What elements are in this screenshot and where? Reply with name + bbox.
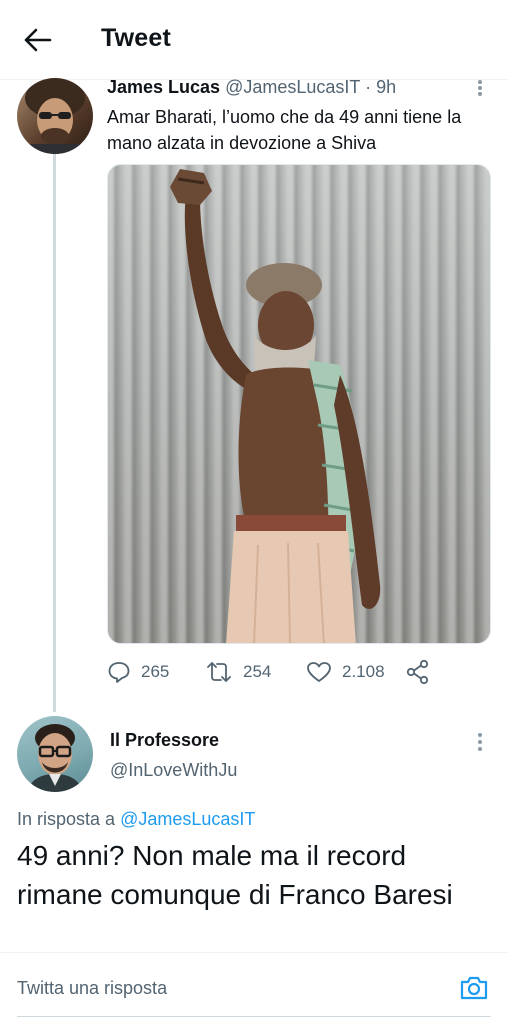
author-handle[interactable]: @JamesLucasIT xyxy=(225,77,360,97)
share-button[interactable] xyxy=(405,656,431,688)
avatar-portrait-image xyxy=(27,724,83,792)
retweet-button[interactable]: 254 xyxy=(205,656,271,688)
reply-text: 49 anni? Non male ma il record rimane co… xyxy=(17,840,453,910)
separator-dot: · xyxy=(365,77,372,97)
reply-author-handle[interactable]: @InLoveWithJu xyxy=(110,760,237,781)
tweet-text: Amar Bharati, l’uomo che da 49 anni tien… xyxy=(107,107,462,153)
reply-composer: Twitta una risposta xyxy=(0,952,508,1024)
reply-count: 265 xyxy=(141,662,170,681)
reply-icon xyxy=(108,662,130,683)
replying-to-label: In risposta a xyxy=(17,809,116,829)
tweet-photo[interactable] xyxy=(107,164,491,644)
avatar-james-lucas[interactable] xyxy=(17,78,93,154)
reply-more-options-button[interactable] xyxy=(474,730,486,752)
tweet-actions: 265 254 2.108 xyxy=(107,656,491,688)
reply-button[interactable]: 265 xyxy=(107,656,169,688)
back-button[interactable] xyxy=(22,26,54,54)
avatar-il-professore[interactable] xyxy=(17,716,93,792)
retweet-icon xyxy=(207,662,231,682)
like-count: 2.108 xyxy=(342,662,385,681)
author-name[interactable]: James Lucas xyxy=(107,77,220,97)
reply-author-name[interactable]: Il Professore xyxy=(110,730,219,751)
arrow-left-icon xyxy=(24,28,52,52)
camera-button[interactable] xyxy=(459,973,489,1003)
replying-to-line: In risposta a @JamesLucasIT xyxy=(17,809,255,830)
sadhu-photo-illustration xyxy=(170,169,381,643)
composer-underline xyxy=(17,1016,491,1017)
tweet-time[interactable]: 9h xyxy=(376,77,396,97)
replying-to-mention[interactable]: @JamesLucasIT xyxy=(120,809,255,829)
like-button[interactable]: 2.108 xyxy=(306,656,385,688)
thread-connector-line xyxy=(53,152,56,712)
tweet-header: James Lucas @JamesLucasIT · 9h xyxy=(107,77,396,98)
top-bar: Tweet xyxy=(0,0,508,80)
page-title: Tweet xyxy=(101,24,171,52)
share-icon xyxy=(406,659,429,685)
reply-input[interactable]: Twitta una risposta xyxy=(17,978,167,999)
more-options-button[interactable] xyxy=(474,78,486,98)
retweet-count: 254 xyxy=(243,662,272,681)
avatar-portrait-image xyxy=(17,78,93,154)
heart-icon xyxy=(307,662,331,682)
camera-icon xyxy=(460,976,488,1000)
